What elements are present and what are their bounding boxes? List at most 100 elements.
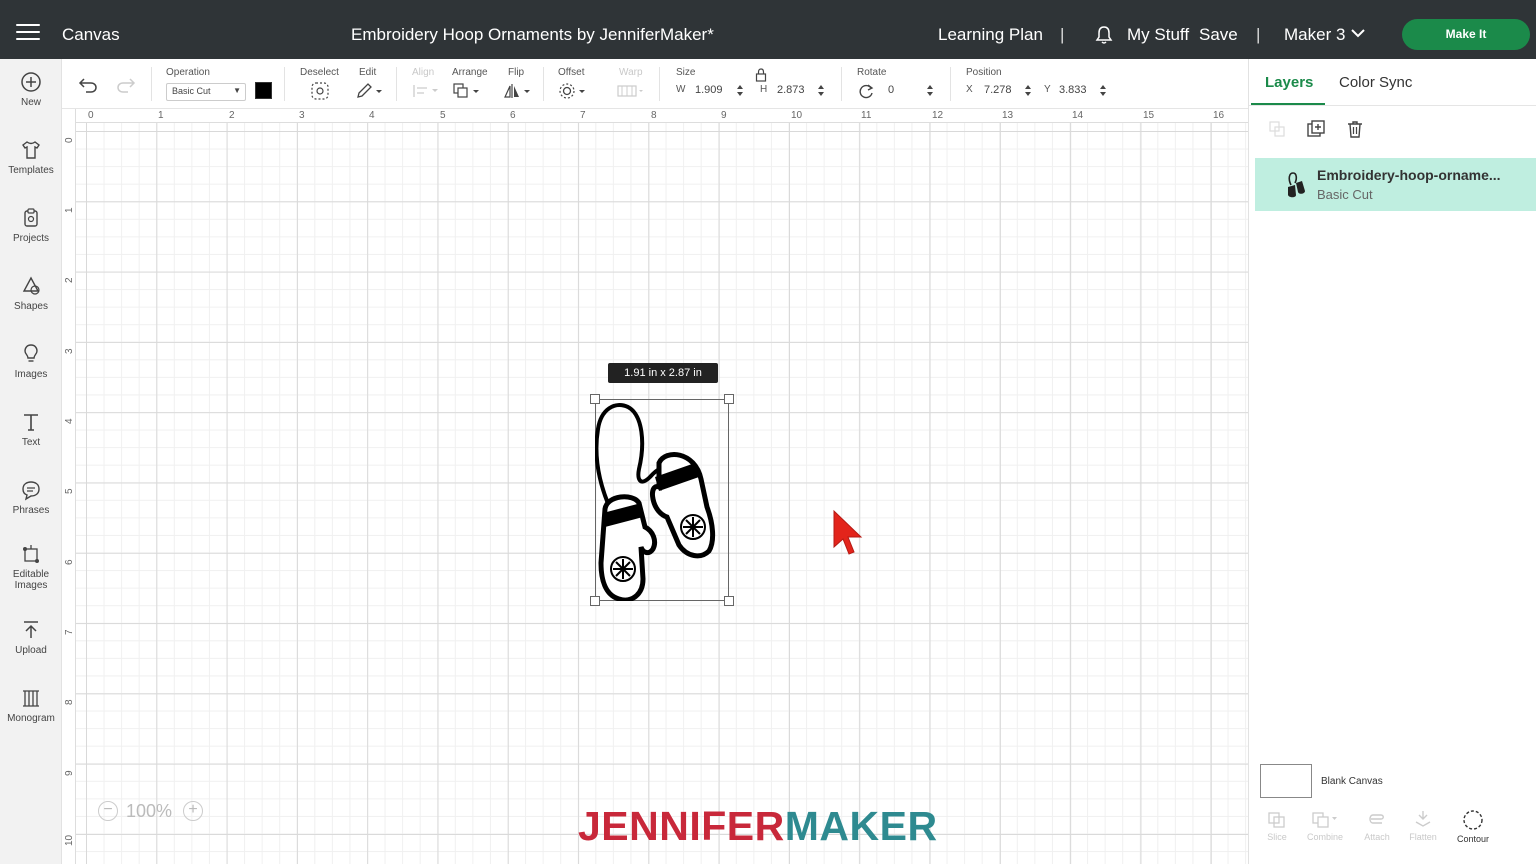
operation-dropdown[interactable]: Basic Cut ▼ [166,83,246,101]
contour-button[interactable]: Contour [1448,809,1498,844]
mittens-design-image[interactable] [595,399,729,601]
sidebar-item-label: Editable Images [12,569,50,591]
stepper-icon[interactable] [1024,83,1032,98]
width-value: 1.909 [695,84,723,96]
sidebar-item-label: Projects [12,233,50,244]
redo-icon[interactable] [116,77,136,93]
lock-icon[interactable] [755,68,767,82]
ruler-tick-label: 4 [64,418,75,424]
duplicate-icon[interactable] [1306,119,1326,139]
contour-label: Contour [1456,834,1490,844]
rotate-field[interactable]: 0 [886,81,938,101]
shirt-icon [22,141,40,159]
sidebar-item-text[interactable]: Text [0,411,62,448]
hamburger-menu-icon[interactable] [16,24,40,42]
ruler-tick-label: 12 [932,110,944,121]
y-position-field[interactable]: Y 3.833 [1044,81,1114,101]
ruler-tick-label: 8 [64,699,75,705]
ruler-tick-label: 7 [580,110,586,121]
chevron-down-icon[interactable] [1351,28,1365,38]
zoom-out-icon[interactable]: − [98,801,118,821]
shapes-icon [22,276,40,295]
tab-layers[interactable]: Layers [1265,74,1313,91]
zoom-control[interactable]: − 100% + [98,799,208,825]
flip-label: Flip [508,67,525,78]
clipboard-icon [24,208,38,227]
attach-button[interactable]: Attach [1352,809,1402,842]
my-stuff-link[interactable]: My Stuff [1127,25,1189,45]
operation-label: Operation [166,67,210,78]
slice-button[interactable]: Slice [1252,809,1302,842]
x-position-field[interactable]: X 7.278 [966,81,1036,101]
layer-operation: Basic Cut [1317,187,1373,202]
arrange-icon[interactable] [452,82,482,100]
contour-icon [1463,810,1483,830]
stepper-icon[interactable] [1099,83,1107,98]
deselect-icon[interactable] [310,81,330,101]
sidebar-item-label: Shapes [14,301,48,312]
sidebar-item-phrases[interactable]: Phrases [0,479,62,516]
sidebar-item-upload[interactable]: Upload [0,619,62,656]
width-field[interactable]: W 1.909 [676,81,746,101]
height-label: H [760,84,768,95]
project-title[interactable]: Embroidery Hoop Ornaments by JenniferMak… [351,25,714,45]
align-label: Align [412,67,435,78]
sidebar-item-label: Text [21,437,41,448]
ungroup-icon[interactable] [1267,119,1287,139]
flip-icon[interactable] [503,82,533,100]
blank-canvas-label: Blank Canvas [1321,776,1383,787]
notification-bell-icon[interactable] [1094,25,1114,45]
sidebar-item-images[interactable]: Images [0,343,62,380]
layer-item[interactable]: Embroidery-hoop-orname... Basic Cut [1255,158,1536,211]
align-icon[interactable] [412,83,440,99]
watermark-part-2: MAKER [784,803,938,849]
ruler-tick-label: 6 [64,559,75,565]
sidebar-item-projects[interactable]: Projects [0,207,62,244]
learning-plan-link[interactable]: Learning Plan [938,25,1043,45]
sidebar-item-label: Upload [15,645,47,656]
deselect-label: Deselect [300,67,339,78]
sidebar-item-templates[interactable]: Templates [0,139,62,176]
design-canvas[interactable]: 0 1 2 3 4 5 6 7 8 9 10 11 12 13 14 15 16… [62,109,1248,864]
sidebar-item-new[interactable]: New [0,71,62,108]
sidebar-item-editable-images[interactable]: Editable Images [0,543,62,591]
y-value: 3.833 [1059,84,1087,96]
sidebar-item-monogram[interactable]: Monogram [0,687,62,724]
undo-icon[interactable] [78,77,98,93]
divider [151,67,152,101]
offset-icon[interactable] [558,82,588,100]
stepper-icon[interactable] [736,83,744,98]
trash-icon[interactable] [1345,119,1365,139]
flatten-button[interactable]: Flatten [1398,809,1448,842]
ruler-tick-label: 5 [64,488,75,494]
stepper-icon[interactable] [817,83,825,98]
ruler-tick-label: 13 [1002,110,1014,121]
ruler-tick-label: 6 [510,110,516,121]
ruler-tick-label: 15 [1143,110,1155,121]
editable-image-icon [23,545,39,563]
tab-color-sync[interactable]: Color Sync [1339,74,1412,91]
sidebar-item-label: Monogram [7,713,55,724]
save-button[interactable]: Save [1199,25,1238,45]
caret-down-icon: ▼ [233,86,241,95]
sidebar-item-label: Templates [8,165,54,176]
make-it-button[interactable]: Make It [1402,19,1530,50]
edit-pencil-icon[interactable] [355,82,383,100]
zoom-in-icon[interactable]: + [183,801,203,821]
horizontal-ruler: 0 1 2 3 4 5 6 7 8 9 10 11 12 13 14 15 16 [62,109,1248,123]
lightbulb-icon [24,344,38,362]
stepper-icon[interactable] [926,83,934,98]
ruler-tick-label: 3 [64,348,75,354]
warp-icon[interactable] [616,83,646,99]
blank-canvas-swatch[interactable] [1260,764,1312,798]
height-field[interactable]: H 2.873 [760,81,830,101]
machine-selector[interactable]: Maker 3 [1284,25,1345,45]
divider [1249,105,1536,106]
ruler-tick-label: 10 [791,110,803,121]
rotate-icon[interactable] [857,83,875,99]
color-swatch[interactable] [255,82,272,99]
sidebar-item-shapes[interactable]: Shapes [0,275,62,312]
combine-button[interactable]: Combine [1300,809,1350,842]
monogram-icon [23,690,39,707]
divider [950,67,951,101]
